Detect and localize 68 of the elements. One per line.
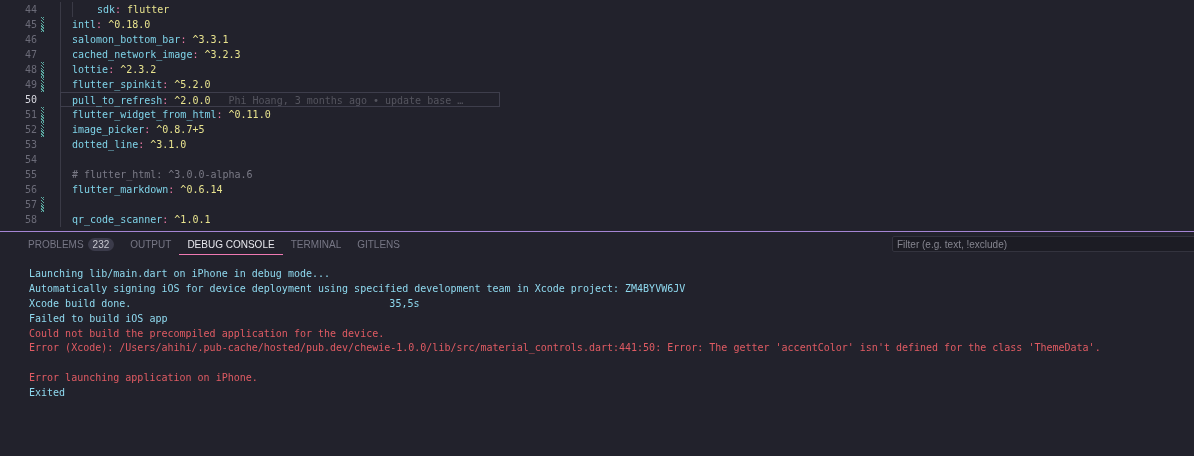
line-number: 46 [23,33,37,47]
yaml-value: ^2.0.0 [174,94,211,108]
colon: : [96,18,103,32]
yaml-value: ^5.2.0 [174,78,211,92]
console-message: Failed to build iOS app [29,311,168,326]
colon: : [216,108,223,122]
colon: : [138,138,145,150]
console-message: Launching lib/main.dart on iPhone in debug mode... [29,267,331,281]
yaml-key: image_picker [72,122,145,137]
panel-tab[interactable]: TERMINAL [282,233,350,255]
yaml-value: ^0.11.0 [228,108,271,122]
line-number: 56 [23,183,37,197]
yaml-key: flutter_markdown [72,182,169,197]
yaml-value: ^3.3.1 [192,33,229,47]
line-number: 49 [23,78,37,92]
yaml-value: ^0.18.0 [108,18,151,32]
count-badge: 232 [87,237,115,251]
yaml-key: sdk [97,2,116,17]
yaml-value: ^3.1.0 [150,138,187,152]
colon: : [144,123,151,135]
line-number: 57 [23,198,37,212]
build-time: 35,5s [389,296,420,311]
yaml-value: ^0.8.7+5 [156,123,205,137]
yaml-key: flutter_spinkit [72,77,163,92]
colon: : [168,183,175,195]
yaml-key: intl [72,17,97,32]
yaml-value: ^1.0.1 [174,213,211,227]
colon: : [192,48,199,60]
line-number: 52 [23,123,37,137]
error-message: Error launching application on iPhone. [29,371,258,386]
colon: : [108,63,115,77]
line-number: 50 [23,93,37,107]
colon: : [162,213,169,225]
yaml-key: flutter_widget_from_html [72,107,217,122]
code-comment: # flutter_html: ^3.0.0-alpha.6 [72,168,253,182]
yaml-value: ^2.3.2 [120,63,157,77]
colon: : [162,78,169,90]
yaml-value: flutter [127,3,170,17]
line-number: 45 [23,18,37,32]
line-number: 51 [23,108,37,122]
error-message: Could not build the precompiled application for the device. [29,326,385,341]
yaml-key: dotted_line [72,137,139,152]
yaml-key: pull_to_refresh [72,93,163,108]
colon: : [180,33,187,45]
panel-tab[interactable]: PROBLEMS 232 [20,233,123,255]
yaml-value: ^3.2.3 [204,48,241,62]
panel-tab[interactable]: OUTPUT [122,233,180,255]
panel-tab[interactable]: DEBUG CONSOLE [179,233,283,255]
error-message: Error (Xcode): /Users/ahihi/.pub-cache/hosted/pub.dev/chewie-1.0.0/lib/src/material_controls.dart:441:50: Error: The getter 'accentColor' isn't defined for the class 'ThemeData'. [29,341,1101,356]
console-message: Exited [29,386,66,401]
yaml-key: salomon_bottom_bar [72,32,181,47]
line-number: 44 [23,3,37,17]
console-message: Automatically signing iOS for device deployment using specified development team in Xcode project: ZM4BYVW6JV [29,281,686,296]
colon: : [162,94,169,106]
yaml-key: lottie [72,62,109,77]
line-number: 54 [23,153,37,167]
line-number: 53 [23,138,37,152]
filter-field[interactable]: Filter (e.g. text, !exclude) [892,236,1194,252]
line-number: 48 [23,63,37,77]
console-message: Xcode build done. [29,296,132,311]
yaml-key: qr_code_scanner [72,212,163,227]
line-number: 55 [23,168,37,182]
panel-tab[interactable]: GITLENS [349,233,408,255]
line-number: 58 [23,213,37,227]
line-number: 47 [23,48,37,62]
yaml-key: cached_network_image [72,47,193,62]
yaml-value: ^0.6.14 [180,183,223,197]
colon: : [115,3,122,17]
